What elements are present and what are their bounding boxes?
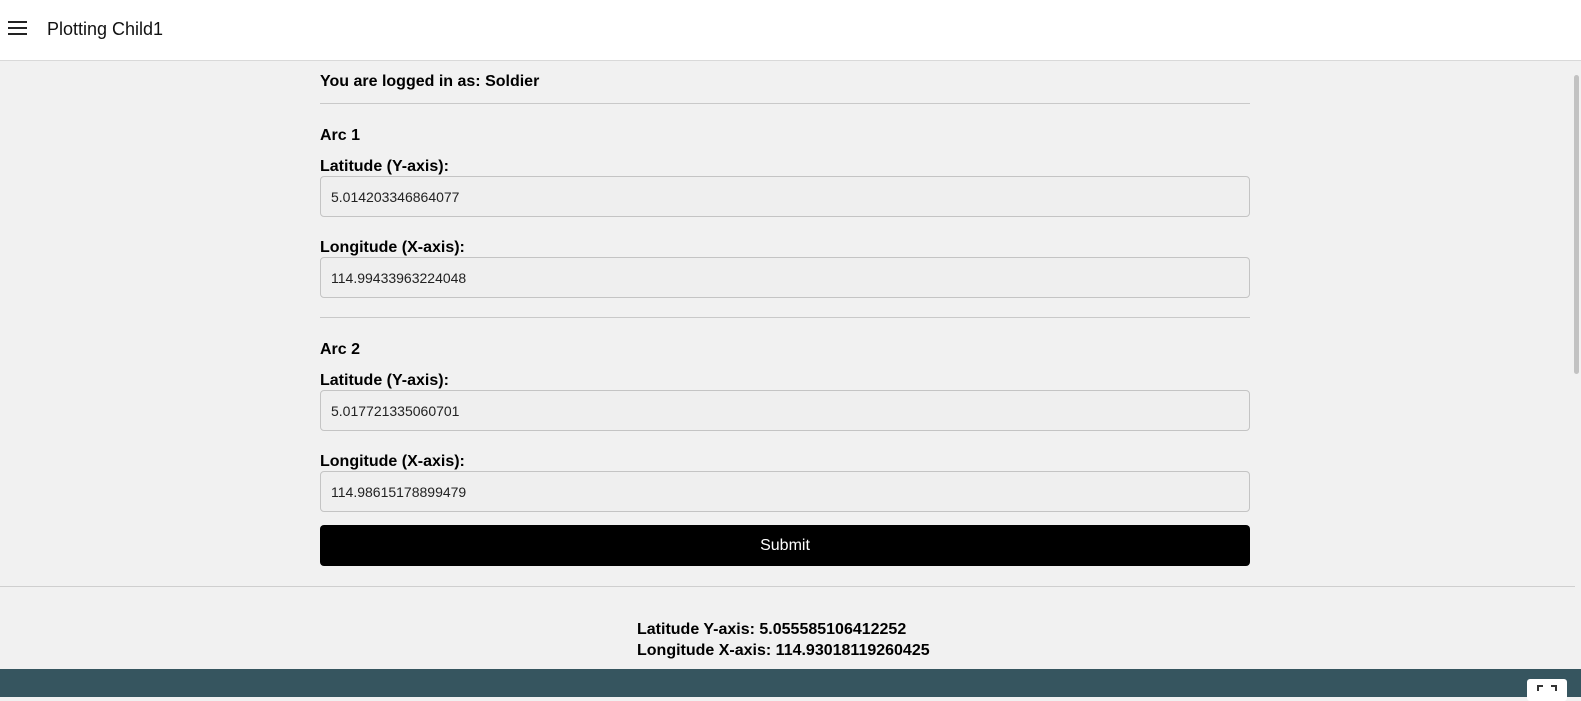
arc-1-longitude-label: Longitude (X-axis): [320,239,465,256]
app-title: Plotting Child1 [47,19,164,39]
divider [320,317,1250,318]
footer [0,669,1581,701]
menu-icon[interactable] [8,20,28,36]
fullscreen-icon[interactable] [1527,679,1567,701]
app-bar: Plotting Child1 [0,0,1581,61]
result-longitude: Longitude X-axis: 114.93018119260425 [637,642,930,659]
arc-1-latitude-input[interactable] [320,176,1250,217]
arc-2-longitude-label: Longitude (X-axis): [320,453,465,470]
arc-2-title: Arc 2 [320,341,361,358]
divider [0,586,1575,587]
arc-1-longitude-input[interactable] [320,257,1250,298]
result-latitude: Latitude Y-axis: 5.055585106412252 [637,621,907,638]
scrollbar-thumb[interactable] [1574,75,1579,374]
arc-2-longitude-input[interactable] [320,471,1250,512]
logged-in-status: You are logged in as: Soldier [320,73,540,90]
result-panel: Latitude Y-axis: 5.055585106412252 Longi… [637,619,930,661]
divider [320,103,1250,104]
arc-1-latitude-label: Latitude (Y-axis): [320,158,449,175]
submit-button[interactable]: Submit [320,525,1250,566]
arc-2-latitude-label: Latitude (Y-axis): [320,372,449,389]
arc-2-latitude-input[interactable] [320,390,1250,431]
arc-1-title: Arc 1 [320,127,361,144]
